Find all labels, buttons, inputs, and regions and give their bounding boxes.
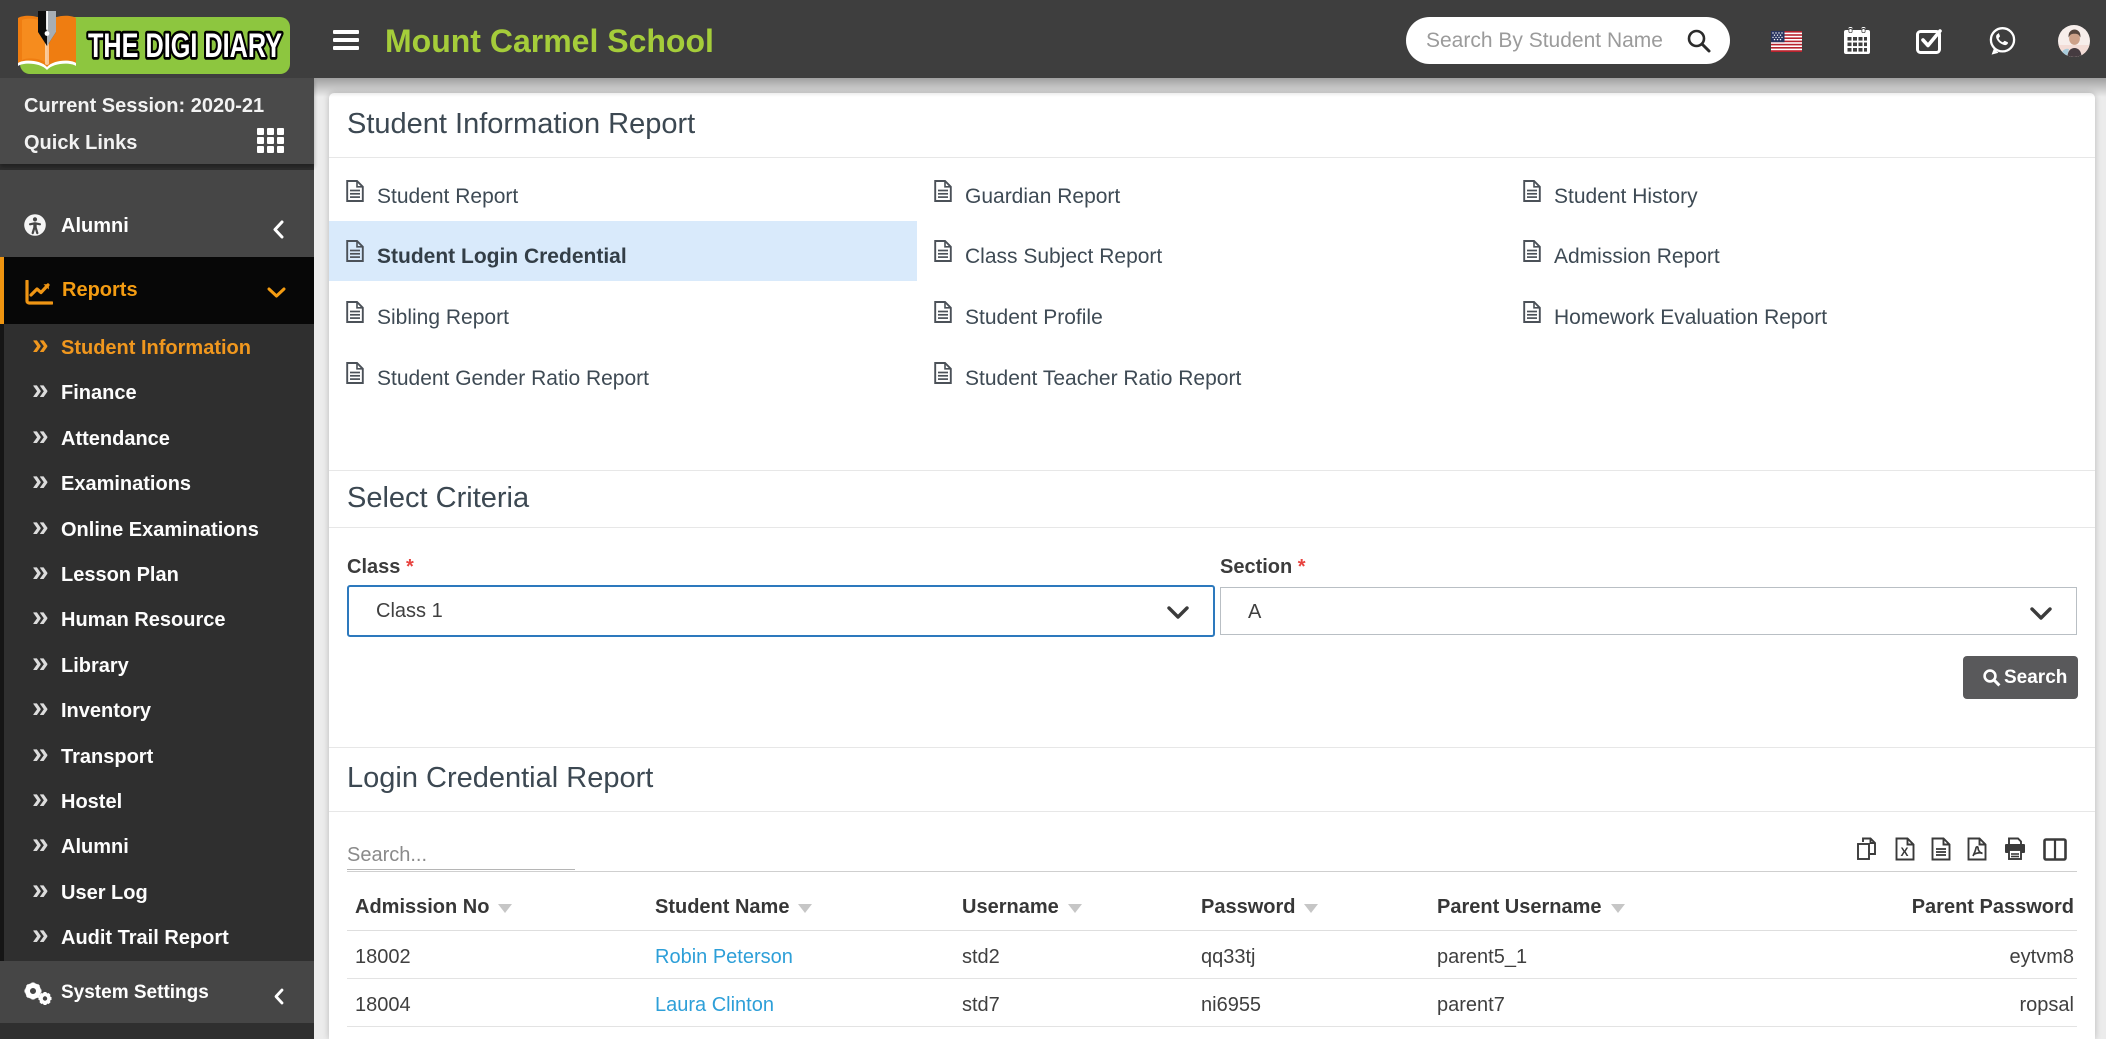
svg-text:X: X [1900,845,1908,859]
svg-text:THE DIGI DIARY: THE DIGI DIARY [88,27,282,65]
